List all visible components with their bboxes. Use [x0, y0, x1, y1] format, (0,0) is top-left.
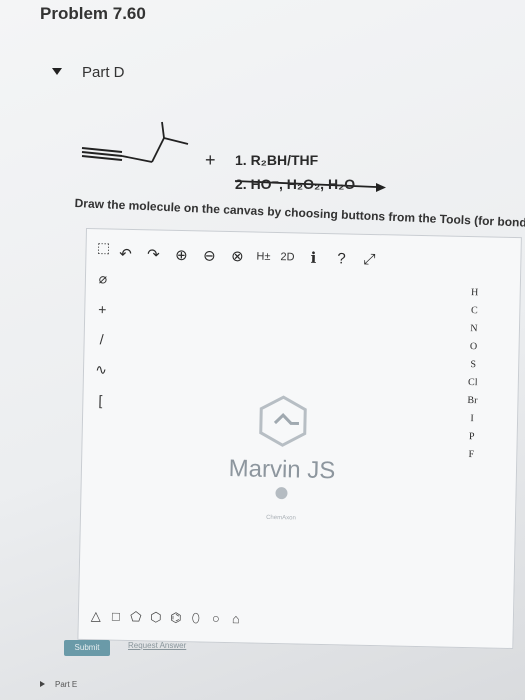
element-br[interactable]: Br — [467, 395, 477, 406]
info-icon[interactable]: ℹ — [304, 249, 322, 267]
ring-toolbar: △ □ ⬠ ⬡ ⌬ ⬯ ○ ⌂ — [89, 608, 243, 626]
collapse-triangle-icon[interactable] — [52, 68, 62, 75]
template-ring-icon[interactable]: ⌂ — [229, 611, 243, 626]
element-p[interactable]: P — [469, 431, 475, 442]
element-i[interactable]: I — [470, 413, 474, 424]
submit-button[interactable]: Submit — [64, 640, 110, 656]
reaction-condition-1: 1. R₂BH/THF — [235, 152, 319, 168]
chemaxon-logo-icon — [275, 487, 288, 500]
h-toggle-button[interactable]: H± — [256, 251, 270, 263]
watermark: Marvin JS ChemAxon — [211, 392, 354, 523]
plus-sign: + — [205, 150, 216, 170]
element-h[interactable]: H — [471, 287, 478, 298]
marvin-js-label: Marvin JS — [228, 455, 336, 485]
clean-2d-button[interactable]: 2D — [280, 251, 294, 263]
select-icon[interactable]: ⬚ — [97, 239, 111, 256]
zoom-reset-icon[interactable]: ⊗ — [228, 247, 246, 265]
redo-icon[interactable]: ↷ — [144, 245, 162, 263]
periodic-elements: H C N O S Cl Br I P F — [456, 287, 490, 461]
reaction-condition-2: 2. HO⁻, H₂O₂, H₂O — [235, 176, 356, 192]
hexagon-ring-icon[interactable]: ⬡ — [149, 609, 163, 624]
page: Problem 7.60 Part D + 1. R₂BH/THF 2. HO⁻… — [0, 0, 525, 700]
chemaxon-label: ChemAxon — [266, 514, 296, 522]
single-bond-icon[interactable]: / — [100, 331, 104, 347]
element-c[interactable]: C — [471, 305, 478, 316]
square-ring-icon[interactable]: □ — [109, 609, 123, 624]
bracket-icon[interactable]: [ — [98, 392, 102, 408]
zoom-in-icon[interactable]: ⊕ — [172, 246, 190, 264]
element-cl[interactable]: Cl — [468, 377, 478, 388]
fullscreen-icon[interactable]: ⤢ — [360, 250, 378, 267]
octagon-ring-icon[interactable]: ○ — [209, 611, 223, 626]
top-toolbar: ↶ ↷ ⊕ ⊖ ⊗ H± 2D ℹ ? ⤢ — [116, 242, 378, 271]
request-answer-link[interactable]: Request Answer — [128, 641, 186, 650]
heptagon-ring-icon[interactable]: ⬯ — [189, 610, 203, 625]
help-icon[interactable]: ? — [332, 250, 350, 267]
problem-title: Problem 7.60 — [40, 4, 146, 23]
charge-icon[interactable]: + — [98, 301, 107, 317]
part-d-label: Part D — [82, 64, 125, 81]
marvin-logo-icon — [259, 395, 307, 447]
element-n[interactable]: N — [470, 323, 477, 334]
part-e-label: Part E — [55, 680, 78, 689]
element-f[interactable]: F — [468, 449, 474, 460]
eraser-icon[interactable]: ⌀ — [99, 270, 108, 287]
element-o[interactable]: O — [470, 341, 477, 352]
molecule-canvas[interactable]: ↶ ↷ ⊕ ⊖ ⊗ H± 2D ℹ ? ⤢ ⬚ ⌀ + / ∿ [ H C N … — [77, 228, 522, 650]
chain-icon[interactable]: ∿ — [95, 361, 107, 378]
zoom-out-icon[interactable]: ⊖ — [200, 246, 218, 264]
left-toolbar: ⬚ ⌀ + / ∿ [ — [87, 239, 117, 409]
pentagon-ring-icon[interactable]: ⬠ — [129, 609, 143, 624]
triangle-ring-icon[interactable]: △ — [89, 608, 103, 623]
element-s[interactable]: S — [470, 359, 476, 370]
undo-icon[interactable]: ↶ — [116, 245, 134, 263]
part-e-row[interactable]: Part E — [40, 680, 77, 689]
expand-triangle-icon[interactable] — [40, 681, 45, 687]
benzene-ring-icon[interactable]: ⌬ — [169, 610, 183, 625]
